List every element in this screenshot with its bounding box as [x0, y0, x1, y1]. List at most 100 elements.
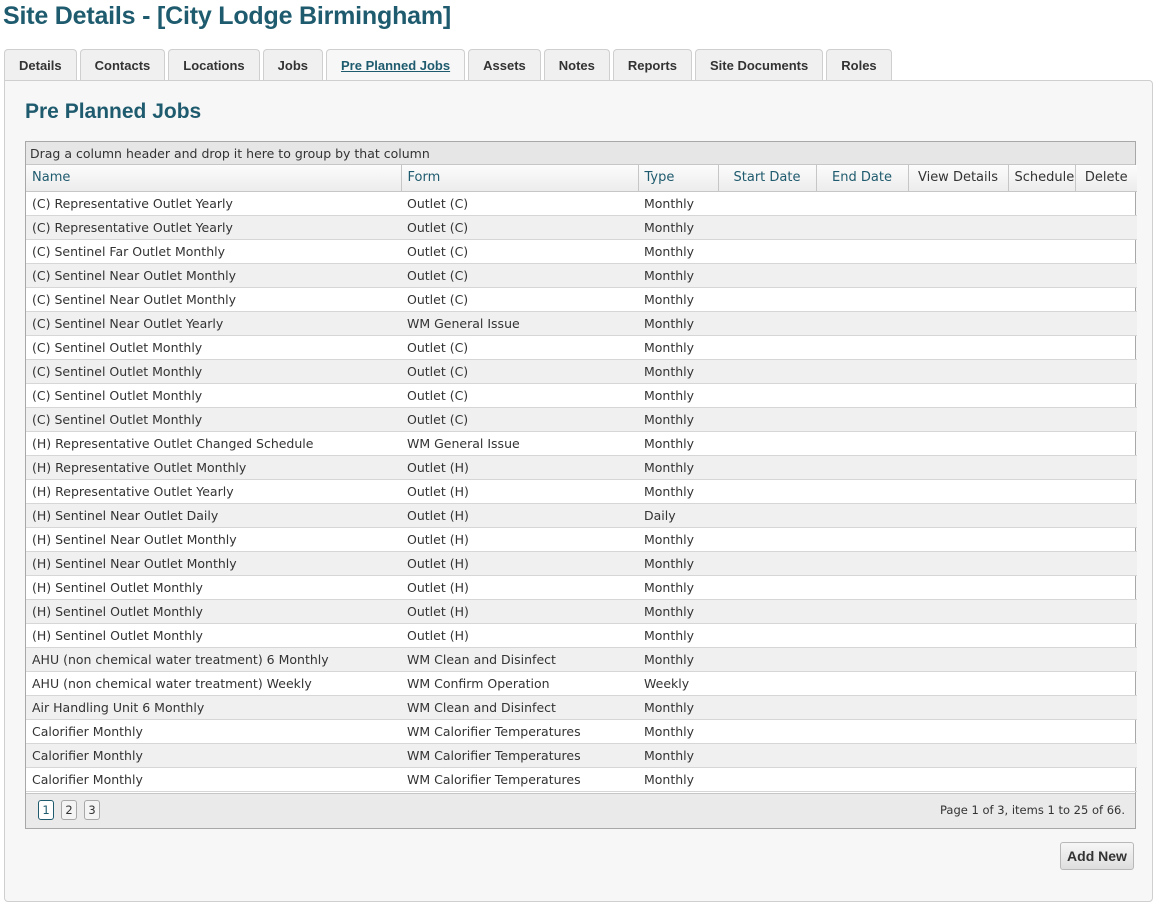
cell-start-date	[718, 455, 816, 480]
table-row[interactable]: Calorifier Monthly WM Calorifier Temperat…	[26, 719, 1137, 744]
cell-start-date	[718, 623, 816, 648]
cell-name: (C) Sentinel Outlet Monthly	[26, 383, 401, 408]
table-row[interactable]: (H) Sentinel Outlet Monthly Outlet (H) Mon…	[26, 623, 1137, 648]
cell-type: Monthly	[638, 239, 718, 264]
tab-panel: Pre Planned Jobs Drag a column header an…	[4, 80, 1153, 902]
cell-end-date	[816, 383, 908, 408]
tab-notes[interactable]: Notes	[543, 49, 610, 81]
cell-start-date	[718, 551, 816, 576]
cell-view-details	[908, 479, 1008, 504]
table-row[interactable]: (H) Sentinel Near Outlet Daily Outlet (H)…	[26, 503, 1137, 528]
table-row[interactable]: (H) Sentinel Near Outlet Monthly Outlet (…	[26, 551, 1137, 576]
cell-schedule	[1008, 359, 1075, 384]
table-row[interactable]: (C) Sentinel Outlet Monthly Outlet (C) Mon…	[26, 383, 1137, 408]
cell-type: Monthly	[638, 335, 718, 360]
cell-type: Monthly	[638, 743, 718, 768]
cell-type: Weekly	[638, 671, 718, 696]
cell-start-date	[718, 215, 816, 240]
cell-start-date	[718, 407, 816, 432]
cell-name: (C) Sentinel Outlet Monthly	[26, 335, 401, 360]
cell-type: Monthly	[638, 479, 718, 504]
page-button-2[interactable]: 2	[61, 800, 77, 820]
table-row[interactable]: (C) Sentinel Outlet Monthly Outlet (C) Mon…	[26, 407, 1137, 432]
table-row[interactable]: (H) Representative Outlet Changed Schedu…	[26, 431, 1137, 456]
page-title: Site Details - [City Lodge Birmingham]	[3, 2, 452, 30]
cell-form: Outlet (H)	[401, 503, 638, 528]
cell-end-date	[816, 479, 908, 504]
tab-reports[interactable]: Reports	[612, 49, 692, 81]
cell-form: Outlet (H)	[401, 479, 638, 504]
cell-form: Outlet (H)	[401, 527, 638, 552]
table-row[interactable]: AHU (non chemical water treatment) Weekl…	[26, 671, 1137, 696]
tab-assets[interactable]: Assets	[468, 49, 541, 81]
column-header-type[interactable]: Type	[638, 165, 719, 192]
table-row[interactable]: Calorifier Monthly WM Calorifier Temperat…	[26, 743, 1137, 768]
column-header-schedule: Schedule	[1008, 165, 1076, 192]
cell-view-details	[908, 191, 1008, 216]
cell-view-details	[908, 431, 1008, 456]
cell-form: Outlet (C)	[401, 287, 638, 312]
cell-start-date	[718, 239, 816, 264]
table-row[interactable]: (C) Sentinel Near Outlet Monthly Outlet (…	[26, 263, 1137, 288]
table-row[interactable]: (C) Sentinel Outlet Monthly Outlet (C) Mon…	[26, 359, 1137, 384]
table-row[interactable]: (H) Representative Outlet Yearly Outlet (…	[26, 479, 1137, 504]
cell-start-date	[718, 575, 816, 600]
cell-start-date	[718, 335, 816, 360]
cell-view-details	[908, 695, 1008, 720]
tab-jobs[interactable]: Jobs	[262, 49, 324, 81]
table-row[interactable]: (C) Sentinel Outlet Monthly Outlet (C) Mon…	[26, 335, 1137, 360]
cell-end-date	[816, 431, 908, 456]
table-row[interactable]: (H) Representative Outlet Monthly Outlet …	[26, 455, 1137, 480]
table-row[interactable]: (C) Sentinel Near Outlet Monthly Outlet (…	[26, 287, 1137, 312]
table-row[interactable]: (C) Sentinel Near Outlet Yearly WM Genera…	[26, 311, 1137, 336]
cell-end-date	[816, 647, 908, 672]
cell-schedule	[1008, 239, 1075, 264]
cell-end-date	[816, 767, 908, 792]
cell-form: Outlet (H)	[401, 455, 638, 480]
table-row[interactable]: (H) Sentinel Outlet Monthly Outlet (H) Mon…	[26, 575, 1137, 600]
cell-view-details	[908, 335, 1008, 360]
cell-delete	[1075, 383, 1137, 408]
column-header-name[interactable]: Name	[26, 165, 402, 192]
tab-locations[interactable]: Locations	[168, 49, 260, 81]
column-header-end-date[interactable]: End Date	[816, 165, 909, 192]
cell-type: Monthly	[638, 599, 718, 624]
page-button-1[interactable]: 1	[38, 800, 54, 820]
table-row[interactable]: AHU (non chemical water treatment) 6 Mon…	[26, 647, 1137, 672]
cell-view-details	[908, 527, 1008, 552]
header-row: Name Form Type Start Date End Date View …	[26, 165, 1137, 192]
table-row[interactable]: (H) Sentinel Outlet Monthly Outlet (H) Mon…	[26, 599, 1137, 624]
table-row[interactable]: (C) Representative Outlet Yearly Outlet (…	[26, 215, 1137, 240]
tab-site-documents[interactable]: Site Documents	[695, 49, 824, 81]
table-row[interactable]: (C) Sentinel Far Outlet Monthly Outlet (C…	[26, 239, 1137, 264]
table-row[interactable]: Calorifier Monthly WM Calorifier Temperat…	[26, 767, 1137, 792]
tab-roles[interactable]: Roles	[826, 49, 892, 81]
cell-start-date	[718, 695, 816, 720]
cell-start-date	[718, 359, 816, 384]
group-by-drop-zone[interactable]: Drag a column header and drop it here to…	[26, 142, 1135, 165]
cell-name: Calorifier Monthly	[26, 767, 401, 792]
cell-type: Monthly	[638, 551, 718, 576]
tab-pre-planned-jobs[interactable]: Pre Planned Jobs	[326, 49, 466, 82]
table-row[interactable]: Air Handling Unit 6 Monthly WM Clean and …	[26, 695, 1137, 720]
column-header-start-date[interactable]: Start Date	[718, 165, 817, 192]
cell-view-details	[908, 311, 1008, 336]
column-header-form[interactable]: Form	[401, 165, 639, 192]
cell-end-date	[816, 503, 908, 528]
cell-start-date	[718, 383, 816, 408]
cell-form: WM Clean and Disinfect	[401, 695, 638, 720]
page-button-3[interactable]: 3	[84, 800, 100, 820]
cell-schedule	[1008, 311, 1075, 336]
add-new-button[interactable]: Add New	[1060, 842, 1134, 870]
cell-end-date	[816, 719, 908, 744]
tab-details[interactable]: Details	[4, 49, 77, 81]
table-row[interactable]: (H) Sentinel Near Outlet Monthly Outlet (…	[26, 527, 1137, 552]
cell-form: Outlet (H)	[401, 599, 638, 624]
cell-form: WM Clean and Disinfect	[401, 647, 638, 672]
cell-name: (H) Sentinel Outlet Monthly	[26, 599, 401, 624]
tab-contacts[interactable]: Contacts	[79, 49, 166, 81]
jobs-grid: Drag a column header and drop it here to…	[25, 141, 1137, 829]
section-title: Pre Planned Jobs	[25, 100, 202, 123]
cell-type: Monthly	[638, 575, 718, 600]
table-row[interactable]: (C) Representative Outlet Yearly Outlet (…	[26, 191, 1137, 216]
